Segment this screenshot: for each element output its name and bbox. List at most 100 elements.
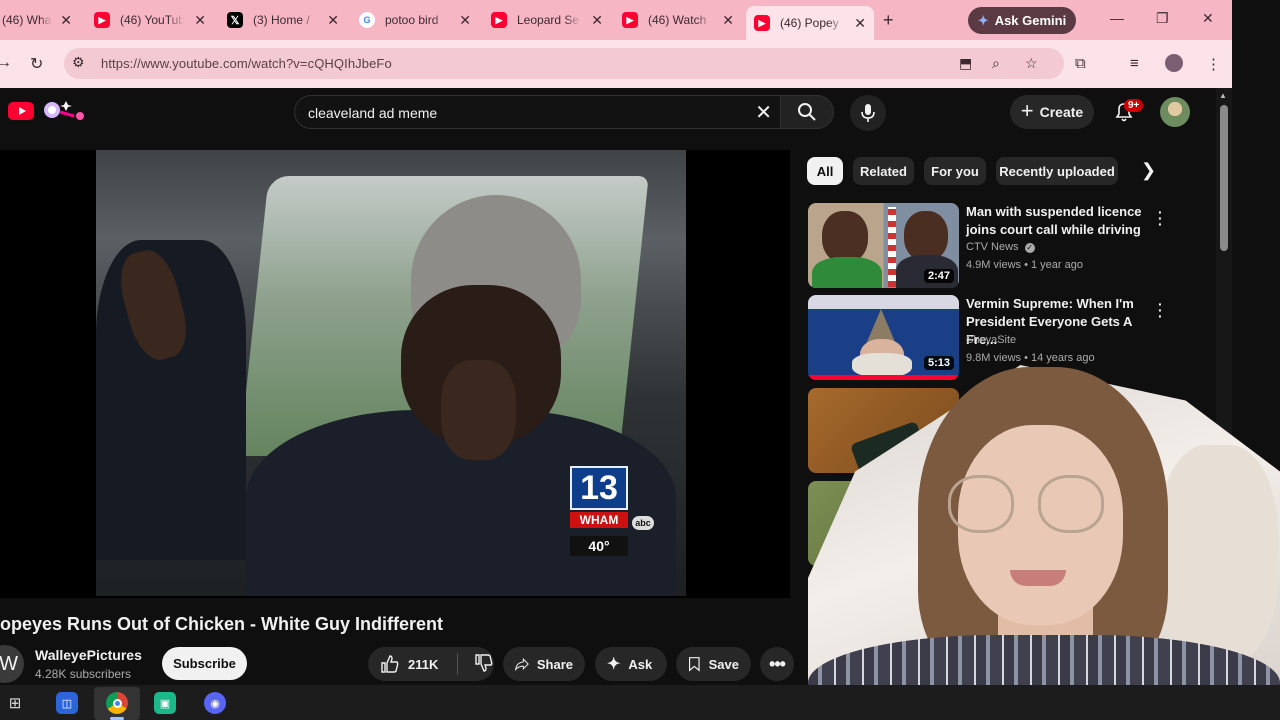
save-label: Save	[708, 656, 739, 672]
share-label: Share	[536, 656, 573, 672]
rec-channel-name[interactable]: SheyaSite	[966, 334, 1016, 346]
browser-tab-active[interactable]: ▶ (46) Popey ✕	[746, 6, 874, 40]
close-icon[interactable]: ✕	[327, 12, 339, 29]
youtube-doodle-icon[interactable]	[40, 98, 86, 122]
close-icon[interactable]: ✕	[459, 12, 471, 29]
rec-meta: 9.8M views • 14 years ago	[966, 352, 1095, 364]
rec-thumbnail[interactable]: 2:47	[808, 203, 959, 288]
share-button[interactable]: Share	[503, 647, 585, 681]
channel-name[interactable]: WalleyePictures	[35, 647, 142, 663]
driver-hand	[441, 360, 516, 460]
youtube-icon: ▶	[94, 12, 110, 28]
verified-icon: ✓	[1024, 243, 1035, 253]
browser-tab-strip: (46) What's ✕ ▶ (46) YouTub ✕ 𝕏 (3) Home…	[0, 0, 1232, 40]
close-icon[interactable]: ✕	[854, 15, 866, 32]
scrollbar-thumb[interactable]	[1220, 105, 1228, 251]
close-icon[interactable]: ✕	[194, 12, 206, 29]
task-view-icon[interactable]: ⊞	[4, 692, 26, 714]
bookmark-star-icon[interactable]: ☆	[1025, 55, 1038, 72]
like-dislike-group: 211K	[368, 647, 494, 681]
extensions-icon[interactable]: ⧉	[1075, 55, 1086, 72]
rec-title[interactable]: Man with suspended licence joins court c…	[966, 203, 1156, 239]
ask-gemini-button[interactable]: ✦ Ask Gemini	[968, 7, 1076, 34]
ask-button[interactable]: ✦ Ask	[595, 647, 667, 681]
search-box[interactable]: cleaveland ad meme ✕	[294, 95, 780, 129]
close-icon[interactable]: ✕	[722, 12, 734, 29]
google-icon: G	[359, 12, 375, 28]
more-actions-button[interactable]: •••	[760, 647, 794, 681]
search-input[interactable]: cleaveland ad meme	[308, 105, 437, 121]
duration-badge: 2:47	[923, 269, 954, 283]
tab-label: (46) What's	[2, 13, 52, 27]
close-window-icon[interactable]: ✕	[1202, 10, 1214, 27]
profile-avatar[interactable]	[1165, 54, 1183, 72]
dislike-button[interactable]	[466, 653, 494, 676]
more-vert-icon[interactable]: ···	[1158, 205, 1163, 231]
rec-channel-name: CTV News	[966, 241, 1019, 253]
app-icon[interactable]: ▣	[154, 692, 176, 714]
sparkle-icon: ✦	[607, 656, 621, 673]
chip-recently-uploaded[interactable]: Recently uploaded	[996, 157, 1118, 185]
youtube-icon: ▶	[754, 15, 770, 31]
screen: (46) What's ✕ ▶ (46) YouTub ✕ 𝕏 (3) Home…	[0, 0, 1280, 720]
network-logo: abc	[632, 516, 654, 530]
notification-badge: 9+	[1124, 99, 1144, 112]
browser-tab[interactable]: (46) What's ✕	[0, 6, 80, 34]
zoom-icon[interactable]: ⌕	[992, 55, 1000, 72]
thumbs-up-icon	[381, 655, 399, 673]
new-tab-icon[interactable]: +	[883, 10, 894, 31]
create-button[interactable]: + Create	[1010, 95, 1094, 129]
app-icon[interactable]: ◫	[56, 692, 78, 714]
voice-search-button[interactable]	[850, 95, 886, 131]
forward-icon[interactable]: →	[0, 54, 12, 72]
reload-icon[interactable]: ↻	[30, 54, 43, 74]
youtube-logo[interactable]	[8, 102, 34, 120]
scroll-up-icon[interactable]: ▲	[1219, 91, 1227, 100]
browser-tab[interactable]: 𝕏 (3) Home / ✕	[219, 6, 347, 34]
streamer-smile	[1010, 570, 1066, 586]
browser-tab[interactable]: ▶ (46) YouTub ✕	[86, 6, 214, 34]
station-logo-overlay: 13 WHAM 40° abc	[570, 466, 654, 562]
tab-label: (46) Popey	[780, 16, 839, 30]
ask-label: Ask	[628, 656, 653, 672]
chip-for-you[interactable]: For you	[924, 157, 986, 185]
chip-related[interactable]: Related	[853, 157, 914, 185]
minimize-icon[interactable]: —	[1110, 10, 1124, 26]
media-controls-icon[interactable]: ≡	[1130, 55, 1139, 72]
like-button[interactable]: 211K	[368, 654, 449, 674]
subscriber-count: 4.28K subscribers	[35, 667, 132, 681]
chrome-icon[interactable]	[106, 692, 128, 714]
subscribe-button[interactable]: Subscribe	[162, 647, 247, 680]
restore-icon[interactable]: ❐	[1156, 10, 1169, 27]
browser-toolbar: → ↻ ⚙ https://www.youtube.com/watch?v=cQ…	[0, 40, 1232, 88]
search-icon	[798, 103, 816, 121]
discord-icon[interactable]: ◉	[204, 692, 226, 714]
microphone-icon	[861, 104, 875, 122]
channel-initial: W	[0, 652, 18, 675]
chip-all[interactable]: All	[807, 157, 843, 185]
browser-menu-icon[interactable]: ⋮	[1206, 55, 1221, 73]
save-button[interactable]: Save	[676, 647, 751, 681]
gemini-label: Ask Gemini	[994, 13, 1067, 28]
site-info-icon[interactable]: ⚙	[72, 54, 85, 71]
more-vert-icon[interactable]: ···	[1158, 297, 1163, 323]
plush-background	[1158, 445, 1278, 665]
clear-search-icon[interactable]: ✕	[755, 100, 772, 125]
install-icon[interactable]: ⬒	[959, 55, 972, 72]
rec-channel[interactable]: CTV News ✓	[966, 241, 1035, 253]
tab-label: (3) Home /	[253, 13, 310, 27]
close-icon[interactable]: ✕	[591, 12, 603, 29]
chevron-right-icon[interactable]: ❯	[1141, 160, 1156, 181]
browser-tab[interactable]: ▶ Leopard Se ✕	[483, 6, 611, 34]
plus-icon: +	[1020, 98, 1034, 123]
close-icon[interactable]: ✕	[60, 12, 72, 29]
address-bar[interactable]: ⚙ https://www.youtube.com/watch?v=cQHQIh…	[64, 48, 1064, 79]
divider	[457, 653, 458, 675]
account-avatar[interactable]	[1160, 97, 1190, 127]
os-taskbar	[0, 685, 1280, 720]
browser-tab[interactable]: G potoo bird ✕	[351, 6, 479, 34]
url-text[interactable]: https://www.youtube.com/watch?v=cQHQIhJb…	[101, 56, 392, 71]
browser-tab[interactable]: ▶ (46) Watch ✕	[614, 6, 742, 34]
search-button[interactable]	[780, 95, 834, 129]
gemini-icon: ✦	[977, 12, 989, 28]
